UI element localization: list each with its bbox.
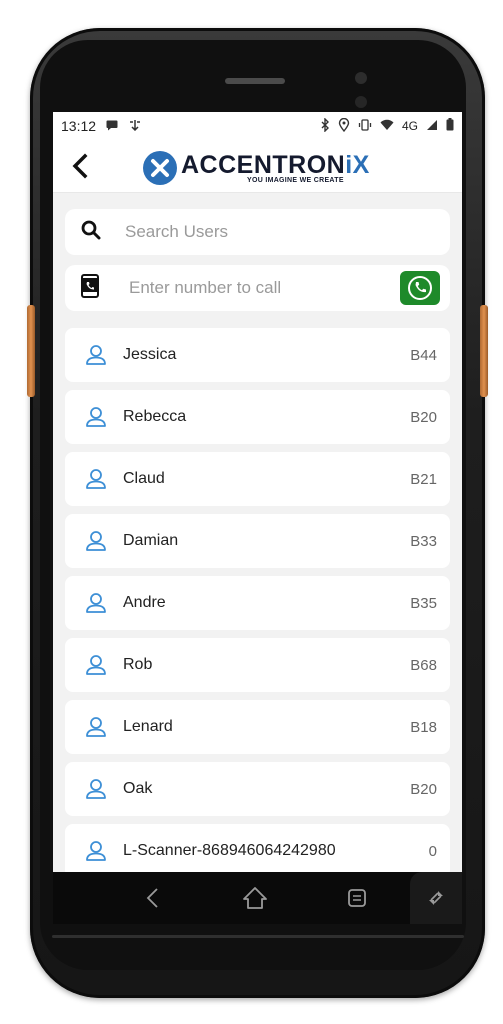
user-extension: 0 (428, 842, 437, 860)
user-icon (86, 345, 106, 365)
user-name: L-Scanner-868946064242980 (123, 842, 336, 859)
user-list-item[interactable]: Lenard B18 (65, 700, 450, 754)
nav-recents-button[interactable] (343, 884, 371, 912)
search-bar (65, 209, 450, 255)
nav-home-icon (243, 887, 267, 909)
device-chin-edge (52, 935, 464, 938)
user-name: Andre (123, 594, 166, 611)
phone-device-icon (81, 273, 99, 303)
user-list-item[interactable]: Oak B20 (65, 762, 450, 816)
user-name: Jessica (123, 346, 177, 363)
side-button-left (27, 305, 35, 397)
phone-icon (408, 276, 432, 300)
user-icon (86, 717, 106, 737)
dial-number-input[interactable] (127, 277, 371, 299)
status-time: 13:12 (61, 118, 97, 134)
search-input[interactable] (123, 221, 407, 243)
bluetooth-icon (320, 116, 330, 135)
user-extension: B21 (410, 470, 437, 488)
brand-logo: ACCENTRONiX YOU IMAGINE WE CREATE (143, 148, 370, 188)
nav-back-button[interactable] (139, 884, 167, 912)
user-list-item[interactable]: Andre B35 (65, 576, 450, 630)
user-list-item[interactable]: L-Scanner-868946064242980 0 (65, 824, 450, 878)
user-icon (86, 779, 106, 799)
user-extension: B20 (410, 408, 437, 426)
user-list-item[interactable]: Rob B68 (65, 638, 450, 692)
user-icon (86, 593, 106, 613)
transfer-icon (128, 118, 142, 134)
user-extension: B44 (410, 346, 437, 364)
call-button[interactable] (400, 271, 440, 305)
user-name: Damian (123, 532, 179, 549)
network-type: 4G (401, 119, 418, 133)
logo-tagline: YOU IMAGINE WE CREATE (247, 177, 344, 184)
side-button-right (480, 305, 488, 397)
user-icon (86, 407, 106, 427)
dial-bar (65, 265, 450, 311)
location-icon (338, 117, 350, 135)
user-name: Oak (123, 780, 153, 797)
user-name: Claud (123, 470, 165, 487)
logo-x-icon (143, 151, 177, 185)
user-list: Jessica B44 Rebecca B20 Claud B21 Damian… (65, 328, 450, 878)
user-list-item[interactable]: Claud B21 (65, 452, 450, 506)
user-icon (86, 655, 106, 675)
vibrate-icon (358, 118, 372, 134)
user-list-item[interactable]: Damian B33 (65, 514, 450, 568)
user-extension: B68 (410, 656, 437, 674)
camera-sensor (355, 72, 367, 84)
rotate-button[interactable] (410, 872, 462, 924)
user-icon (86, 841, 106, 861)
app-header: ACCENTRONiX YOU IMAGINE WE CREATE (53, 140, 462, 193)
rotate-icon (429, 891, 443, 905)
user-name: Rebecca (123, 408, 187, 425)
battery-icon (446, 118, 454, 134)
user-icon (86, 469, 106, 489)
speaker-grille (225, 78, 285, 84)
back-button[interactable] (65, 150, 97, 182)
nav-recents-icon (348, 889, 366, 907)
system-nav-bar (53, 872, 462, 924)
user-extension: B33 (410, 532, 437, 550)
signal-icon (426, 119, 438, 134)
nav-home-button[interactable] (241, 884, 269, 912)
user-extension: B20 (410, 780, 437, 798)
wifi-icon (380, 119, 394, 134)
user-extension: B18 (410, 718, 437, 736)
search-icon (81, 220, 101, 245)
app-screen: 13:12 4G ACCENTRONiX YOU IMAGINE WE CREA… (53, 112, 462, 924)
proximity-sensor (355, 96, 367, 108)
user-name: Rob (123, 656, 153, 673)
user-name: Lenard (123, 718, 173, 735)
nav-back-icon (146, 888, 158, 908)
user-list-item[interactable]: Jessica B44 (65, 328, 450, 382)
message-icon (106, 118, 118, 134)
user-extension: B35 (410, 594, 437, 612)
logo-wordmark: ACCENTRONiX (181, 151, 370, 179)
chevron-left-icon (72, 153, 88, 179)
status-bar: 13:12 4G (53, 112, 462, 140)
user-list-item[interactable]: Rebecca B20 (65, 390, 450, 444)
user-icon (86, 531, 106, 551)
